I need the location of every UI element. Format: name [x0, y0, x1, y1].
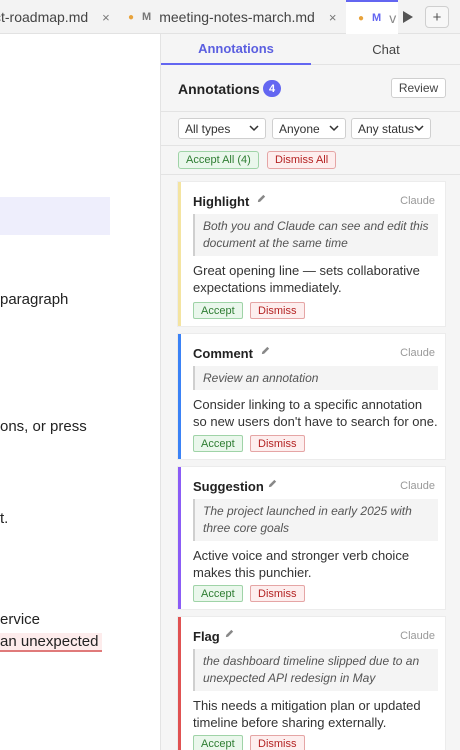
person-filter-select[interactable]: Anyone: [272, 118, 346, 139]
status-filter-value: Any status: [358, 121, 415, 136]
editor-line: t.: [0, 510, 9, 527]
dismiss-button[interactable]: Dismiss: [250, 435, 305, 452]
annotation-author: Claude: [400, 347, 435, 359]
annotation-author: Claude: [400, 630, 435, 642]
annotation-quote: The project launched in early 2025 with …: [193, 499, 438, 541]
accept-all-button[interactable]: Accept All (4): [178, 151, 259, 169]
annotation-card-flag[interactable]: Flag Claude the dashboard timeline slipp…: [178, 617, 445, 750]
tab-roadmap[interactable]: ct-roadmap.md ×: [0, 0, 118, 34]
tab-chat[interactable]: Chat: [311, 34, 460, 65]
pencil-icon[interactable]: [260, 345, 271, 356]
close-icon[interactable]: ×: [102, 10, 110, 25]
highlighted-text-block[interactable]: [0, 197, 110, 235]
editor-tab-bar: ct-roadmap.md × ● M meeting-notes-march.…: [0, 0, 460, 34]
editor-line: ervice: [0, 611, 41, 628]
type-filter-value: All types: [185, 121, 231, 136]
tab-annotations[interactable]: Annotations: [161, 34, 311, 65]
modified-dot-icon: ●: [128, 11, 135, 23]
pencil-icon[interactable]: [256, 193, 267, 204]
chevron-down-icon: [329, 125, 339, 132]
play-icon[interactable]: [401, 9, 415, 25]
pencil-icon[interactable]: [224, 628, 235, 639]
editor-line: paragraph: [0, 291, 69, 308]
count-badge: 4: [263, 80, 281, 97]
review-button[interactable]: Review: [391, 78, 446, 98]
accept-button[interactable]: Accept: [193, 302, 243, 319]
annotation-quote: the dashboard timeline slipped due to an…: [193, 649, 438, 691]
annotation-type: Highlight: [193, 194, 250, 209]
tab-label: meeting-notes-march.md: [159, 9, 315, 25]
annotation-author: Claude: [400, 480, 435, 492]
panel-tabs: Annotations Chat: [161, 34, 460, 65]
dismiss-button[interactable]: Dismiss: [250, 302, 305, 319]
annotations-header: Annotations 4 Review: [161, 65, 460, 111]
annotation-body: This needs a mitigation plan or updated …: [193, 698, 421, 730]
editor-line: ons, or press: [0, 418, 87, 435]
document-editor[interactable]: paragraph ons, or press t. ervice an une…: [0, 34, 160, 750]
chevron-down-icon: [414, 125, 424, 132]
new-tab-button[interactable]: +: [425, 6, 449, 28]
annotation-card-suggestion[interactable]: Suggestion Claude The project launched i…: [178, 467, 445, 609]
annotation-body: Consider linking to a specific annotatio…: [193, 397, 438, 429]
annotations-panel: Annotations Chat Annotations 4 Review Al…: [160, 34, 460, 750]
annotation-quote: Both you and Claude can see and edit thi…: [193, 214, 438, 256]
dismiss-button[interactable]: Dismiss: [250, 585, 305, 602]
annotation-body: Active voice and stronger verb choice ma…: [193, 548, 410, 580]
pencil-icon[interactable]: [267, 478, 278, 489]
dismiss-all-button[interactable]: Dismiss All: [267, 151, 337, 169]
annotation-author: Claude: [400, 195, 435, 207]
annotation-type: Comment: [193, 346, 253, 361]
dismiss-button[interactable]: Dismiss: [250, 735, 305, 750]
annotation-type: Flag: [193, 629, 220, 644]
chevron-down-icon: [249, 125, 259, 132]
flagged-text[interactable]: an unexpected: [0, 633, 103, 652]
accept-button[interactable]: Accept: [193, 585, 243, 602]
annotation-type: Suggestion: [193, 479, 264, 494]
tab-label: ct-roadmap.md: [0, 9, 89, 25]
status-filter-select[interactable]: Any status: [351, 118, 431, 139]
accept-button[interactable]: Accept: [193, 735, 243, 750]
annotation-card-comment[interactable]: Comment Claude Review an annotation Cons…: [178, 334, 445, 459]
bulk-actions: Accept All (4) Dismiss All: [161, 145, 460, 175]
annotation-quote: Review an annotation: [193, 366, 438, 390]
tab-label: v: [389, 10, 397, 26]
modified-dot-icon: ●: [358, 12, 365, 24]
type-filter-select[interactable]: All types: [178, 118, 266, 139]
annotation-card-highlight[interactable]: Highlight Claude Both you and Claude can…: [178, 182, 445, 326]
close-icon[interactable]: ×: [329, 10, 337, 25]
tab-active[interactable]: ● M v: [346, 0, 398, 34]
modified-badge: M: [372, 12, 382, 24]
filter-bar: All types Anyone Any status: [161, 111, 460, 145]
modified-badge: M: [142, 11, 152, 23]
tab-meeting-notes[interactable]: ● M meeting-notes-march.md ×: [128, 0, 338, 34]
person-filter-value: Anyone: [279, 121, 320, 136]
accept-button[interactable]: Accept: [193, 435, 243, 452]
annotation-body: Great opening line — sets collaborative …: [193, 263, 420, 295]
panel-title: Annotations: [178, 81, 260, 97]
